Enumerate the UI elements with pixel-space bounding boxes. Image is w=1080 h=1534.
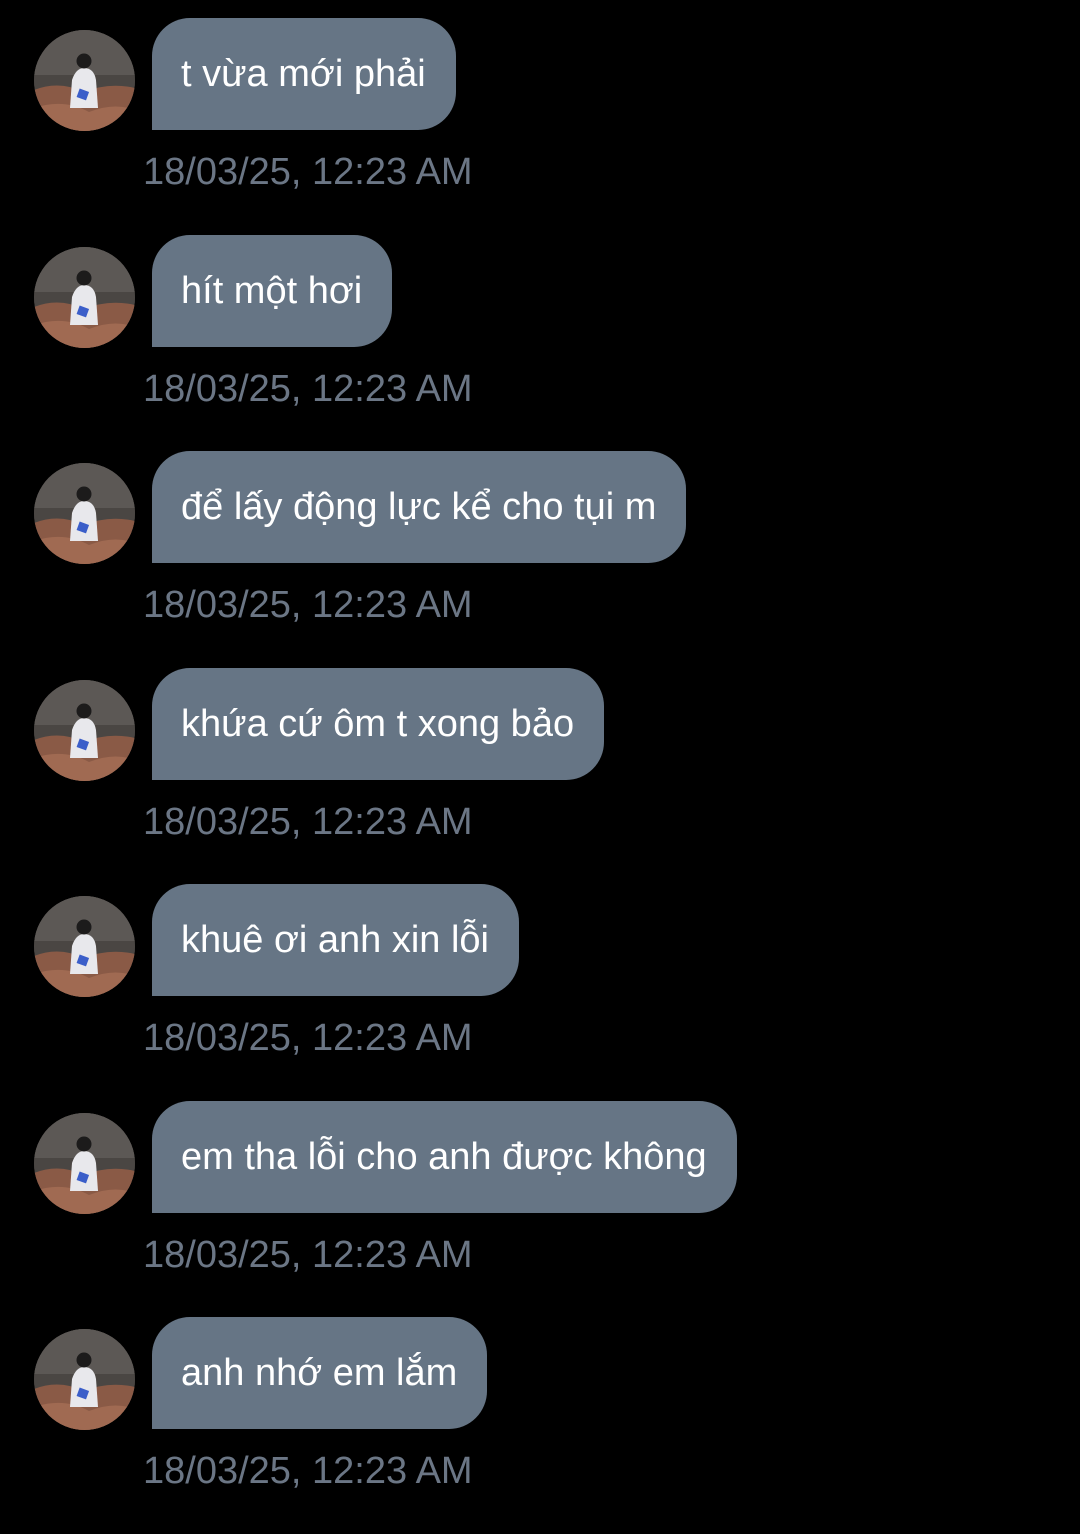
message-group: khứa cứ ôm t xong bảo 18/03/25, 12:23 AM xyxy=(0,667,1080,885)
message-timestamp: 18/03/25, 12:23 AM xyxy=(143,151,473,193)
message-timestamp: 18/03/25, 12:23 AM xyxy=(143,800,473,843)
message-group: hít một hơi 18/03/25, 12:23 AM xyxy=(0,234,1080,452)
sender-avatar[interactable] xyxy=(34,30,135,131)
sender-avatar[interactable] xyxy=(34,246,135,348)
message-group: anh nhớ em lắm 18/03/25, 12:23 AM xyxy=(0,1317,1080,1534)
message-bubble[interactable]: để lấy động lực kể cho tụi m xyxy=(152,451,687,563)
message-timestamp: 18/03/25, 12:23 AM xyxy=(143,367,473,410)
message-group: em tha lỗi cho anh được không 18/03/25, … xyxy=(0,1100,1080,1318)
message-bubble[interactable]: hít một hơi xyxy=(152,234,393,347)
message-bubble[interactable]: khứa cứ ôm t xong bảo xyxy=(152,667,605,780)
sender-avatar[interactable] xyxy=(34,1329,135,1430)
message-bubble[interactable]: anh nhớ em lắm xyxy=(152,1317,488,1429)
message-group: để lấy động lực kể cho tụi m 18/03/25, 1… xyxy=(0,451,1080,668)
message-bubble[interactable]: em tha lỗi cho anh được không xyxy=(152,1100,737,1213)
sender-avatar[interactable] xyxy=(34,679,135,781)
sender-avatar[interactable] xyxy=(34,1112,135,1214)
message-bubble[interactable]: t vừa mới phải xyxy=(152,18,456,130)
message-timestamp: 18/03/25, 12:23 AM xyxy=(143,1450,473,1492)
message-group: khuê ơi anh xin lỗi 18/03/25, 12:23 AM xyxy=(0,884,1080,1101)
message-timestamp: 18/03/25, 12:23 AM xyxy=(143,1233,473,1276)
message-timestamp: 18/03/25, 12:23 AM xyxy=(143,1017,473,1059)
sender-avatar[interactable] xyxy=(34,463,135,564)
message-timestamp: 18/03/25, 12:23 AM xyxy=(143,584,473,626)
message-bubble[interactable]: khuê ơi anh xin lỗi xyxy=(152,884,519,996)
message-group: t vừa mới phải 18/03/25, 12:23 AM xyxy=(0,18,1080,235)
message-thread: t vừa mới phải 18/03/25, 12:23 AM hít mộ… xyxy=(0,18,1080,1534)
sender-avatar[interactable] xyxy=(34,896,135,997)
